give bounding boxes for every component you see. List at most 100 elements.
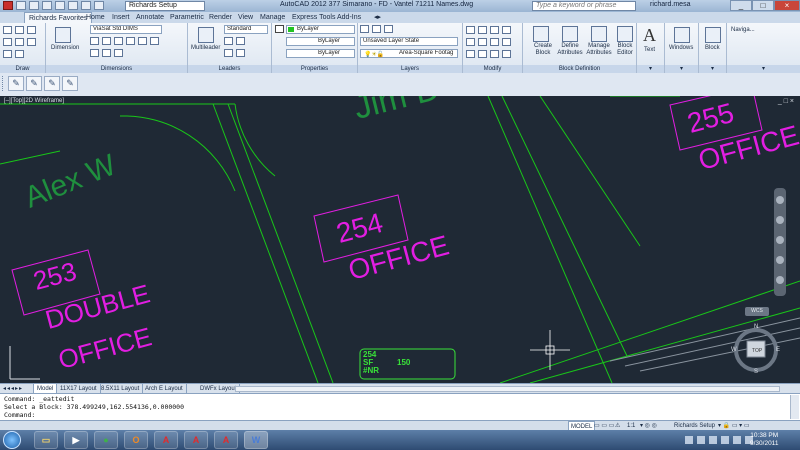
drawing-area[interactable]: Alex W Jim D 253 DOUBLE OFFICE 254 OFFIC… xyxy=(0,96,800,383)
flag-icon[interactable] xyxy=(709,436,717,444)
stretch-icon[interactable] xyxy=(466,50,475,58)
block-editor-button[interactable]: Block Editor xyxy=(614,43,636,57)
copy-icon[interactable] xyxy=(466,38,475,46)
spline-icon[interactable] xyxy=(15,50,24,58)
viewport-controls[interactable]: _ □ × xyxy=(778,98,794,105)
new-icon[interactable] xyxy=(16,1,26,10)
orbit-icon[interactable] xyxy=(776,256,784,264)
dim-update-icon[interactable] xyxy=(114,49,123,57)
text-icon[interactable]: A xyxy=(643,25,656,46)
create-block-button[interactable]: Create Block xyxy=(532,43,554,57)
undo-icon[interactable] xyxy=(81,1,91,10)
array-icon[interactable] xyxy=(490,50,499,58)
attribute-display-icon[interactable]: ✎ xyxy=(26,76,42,91)
circle-icon[interactable] xyxy=(3,38,12,46)
windows-icon[interactable] xyxy=(674,27,690,43)
dimension-button[interactable]: Dimension xyxy=(51,45,79,52)
tab-parametric[interactable]: Parametric xyxy=(166,12,208,23)
linetype-dropdown[interactable]: ByLayer xyxy=(286,37,355,46)
line-icon[interactable] xyxy=(3,26,12,34)
define-attributes-icon[interactable] xyxy=(562,26,578,42)
clock[interactable]: 10:38 PM 9/30/2011 xyxy=(750,432,778,448)
toolbar-grip[interactable] xyxy=(2,76,6,91)
polyline-icon[interactable] xyxy=(15,26,24,34)
color-dropdown[interactable]: ByLayer xyxy=(286,25,355,34)
navigate-button[interactable]: Naviga... xyxy=(731,27,755,34)
tab-annotate[interactable]: Annotate xyxy=(132,12,168,23)
arc-icon[interactable] xyxy=(27,26,36,34)
save-as-icon[interactable] xyxy=(55,1,65,10)
multileader-icon[interactable] xyxy=(198,27,214,43)
linear-dim-icon[interactable] xyxy=(90,37,99,45)
panel-title-dimensions[interactable]: Dimensions xyxy=(46,65,187,73)
remove-leader-icon[interactable] xyxy=(236,37,245,45)
plot-icon[interactable] xyxy=(68,1,78,10)
tab-home[interactable]: Home xyxy=(82,12,109,23)
close-button[interactable]: × xyxy=(774,0,800,11)
search-input[interactable]: Type a keyword or phrase xyxy=(532,1,636,11)
volume-icon[interactable] xyxy=(733,436,741,444)
manage-attributes-button[interactable]: Manage Attributes xyxy=(585,43,613,57)
chrome-icon[interactable]: ● xyxy=(94,431,118,449)
dim-break-icon[interactable] xyxy=(102,49,111,57)
zoom-icon[interactable] xyxy=(776,236,784,244)
ribbon-minimize-icon[interactable]: ◂▸ xyxy=(370,12,385,23)
align-leader-icon[interactable] xyxy=(224,49,233,57)
redo-icon[interactable] xyxy=(94,1,104,10)
panel-title-navigate[interactable]: ▾ xyxy=(727,65,800,73)
block-button[interactable]: Block xyxy=(705,45,720,52)
rectangle-icon[interactable] xyxy=(15,38,24,46)
move-icon[interactable] xyxy=(466,26,475,34)
workspace-dropdown[interactable]: Richards Setup xyxy=(125,1,205,11)
text-button[interactable]: Text xyxy=(644,47,655,54)
pan-icon[interactable] xyxy=(776,216,784,224)
match-properties-icon[interactable] xyxy=(275,25,284,33)
wcs-menu[interactable]: WCS xyxy=(745,307,769,316)
angular-dim-icon[interactable] xyxy=(138,37,147,45)
restore-button[interactable]: □ xyxy=(752,0,774,11)
panel-title-modify[interactable]: Modify xyxy=(463,65,522,73)
tab-view[interactable]: View xyxy=(234,12,257,23)
hatch-icon[interactable] xyxy=(27,38,36,46)
trim-icon[interactable] xyxy=(490,26,499,34)
baseline-dim-icon[interactable] xyxy=(126,37,135,45)
command-scrollbar[interactable] xyxy=(790,395,799,419)
minimize-button[interactable]: _ xyxy=(730,0,752,11)
open-icon[interactable] xyxy=(29,1,39,10)
layer-state-dropdown[interactable]: Unsaved Layer State xyxy=(360,37,458,46)
scale-icon[interactable] xyxy=(478,50,487,58)
ellipse-icon[interactable] xyxy=(3,50,12,58)
define-attributes-button[interactable]: Define Attributes xyxy=(557,43,583,57)
lineweight-dropdown[interactable]: ByLayer xyxy=(286,49,355,58)
viewport-label[interactable]: [–][Top][2D Wireframe] xyxy=(4,98,64,104)
panel-title-properties[interactable]: Properties xyxy=(272,65,357,73)
layer-isolate-icon[interactable] xyxy=(372,25,381,33)
manage-attributes-icon[interactable] xyxy=(591,26,607,42)
erase-icon[interactable] xyxy=(502,26,511,34)
dim-style-dropdown[interactable]: ViaSat Std DIMS xyxy=(90,25,162,34)
block-editor-icon[interactable] xyxy=(617,26,633,42)
tab-express-tools[interactable]: Express Tools xyxy=(288,12,339,23)
attribute-sync-icon[interactable]: ✎ xyxy=(44,76,60,91)
create-block-icon[interactable] xyxy=(533,26,549,42)
attribute-edit-icon[interactable]: ✎ xyxy=(8,76,24,91)
battery-icon[interactable] xyxy=(721,436,729,444)
fillet-icon[interactable] xyxy=(490,38,499,46)
mirror-icon[interactable] xyxy=(478,38,487,46)
compass-w[interactable]: W xyxy=(731,347,737,353)
acrobat-icon[interactable]: A xyxy=(154,431,178,449)
dim-space-icon[interactable] xyxy=(90,49,99,57)
layer-properties-icon[interactable] xyxy=(360,25,369,33)
continue-dim-icon[interactable] xyxy=(114,37,123,45)
tab-render[interactable]: Render xyxy=(205,12,236,23)
radius-dim-icon[interactable] xyxy=(150,37,159,45)
attribute-extract-icon[interactable]: ✎ xyxy=(62,76,78,91)
add-leader-icon[interactable] xyxy=(224,37,233,45)
dimension-icon[interactable] xyxy=(55,27,71,43)
panel-title-block-definition[interactable]: Block Definition xyxy=(523,65,636,73)
network-icon[interactable] xyxy=(697,436,705,444)
user-name[interactable]: richard.mesa xyxy=(650,1,690,8)
rotate-icon[interactable] xyxy=(478,26,487,34)
showmotion-icon[interactable] xyxy=(776,276,784,284)
viewcube-top[interactable]: TOP xyxy=(752,348,762,354)
